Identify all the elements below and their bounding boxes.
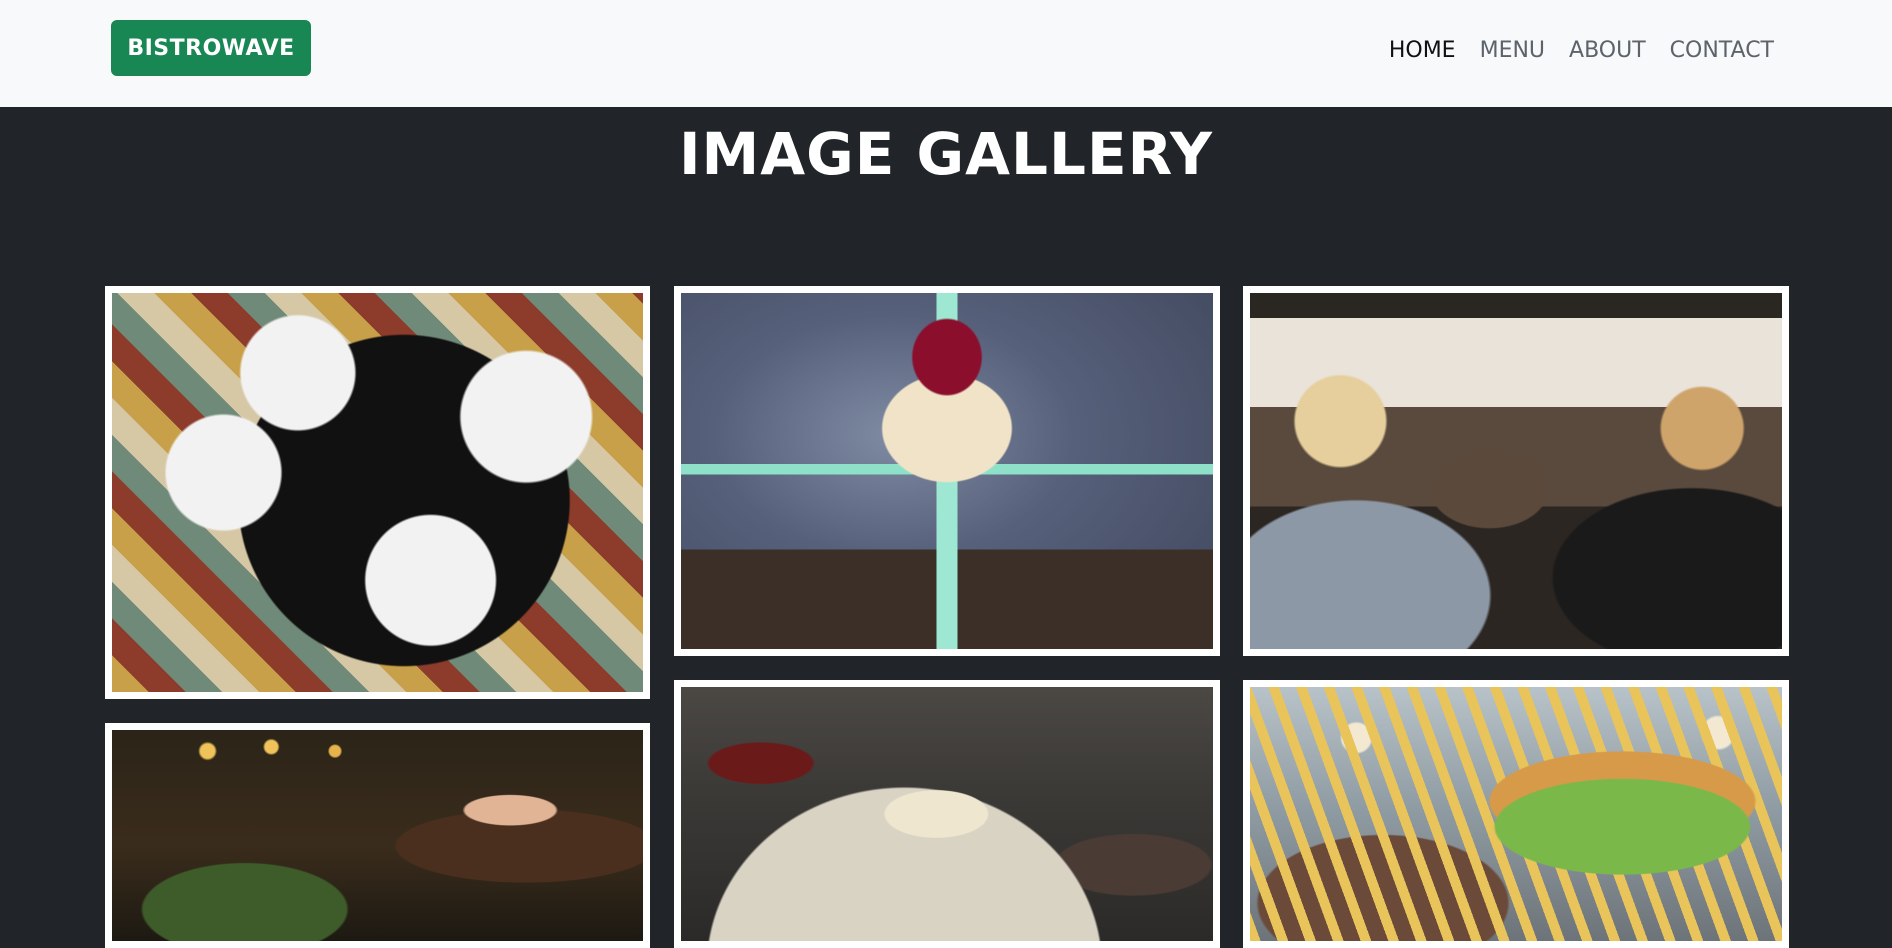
gallery-image-burgers-overhead [112,293,643,692]
gallery-image-woman-eating [112,730,643,941]
gallery-image-crowded-dining [1250,293,1782,649]
gallery-tile-crowded-dining[interactable] [1243,286,1789,656]
gallery-tile-burger-fries[interactable] [1243,680,1789,948]
gallery-image-table-setting [681,687,1213,941]
image-gallery [0,0,1892,948]
gallery-tile-table-setting[interactable] [674,680,1220,948]
gallery-tile-woman-eating[interactable] [105,723,650,948]
gallery-image-burger-fries [1250,687,1782,941]
gallery-image-flower-cake [681,293,1213,649]
gallery-tile-flower-cake[interactable] [674,286,1220,656]
gallery-tile-burgers-overhead[interactable] [105,286,650,699]
